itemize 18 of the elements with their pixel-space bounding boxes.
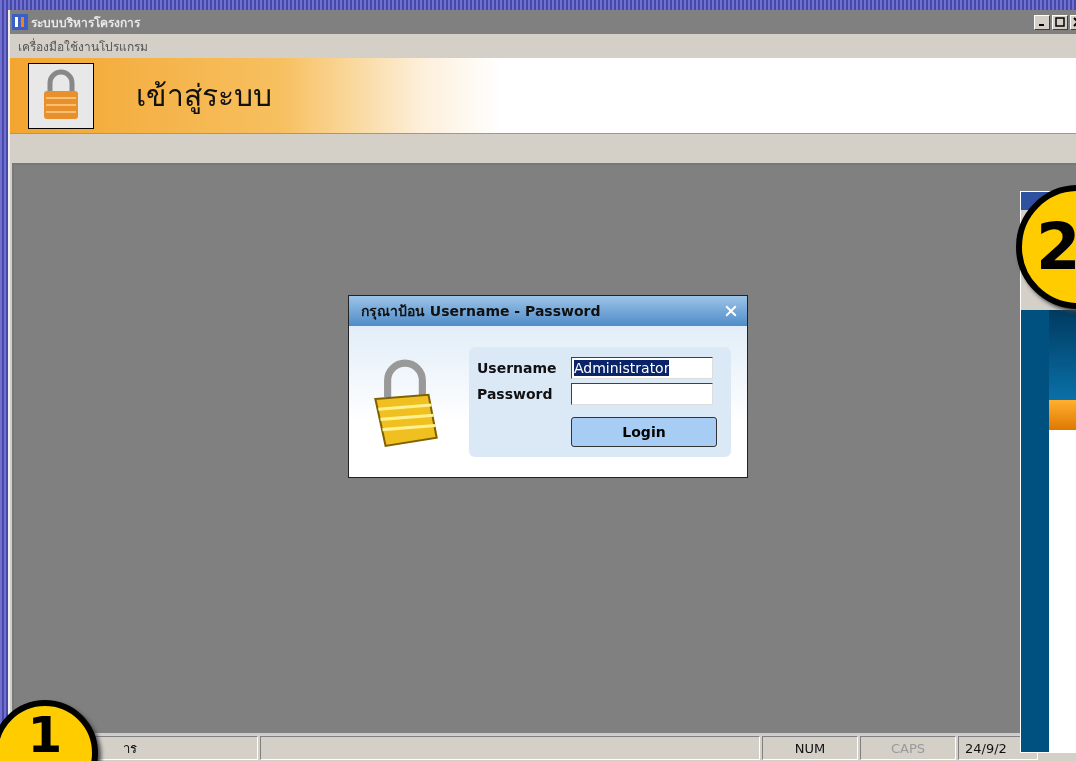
status-pane: NUM — [762, 736, 858, 760]
status-pane: CAPS — [860, 736, 956, 760]
input-field[interactable] — [571, 382, 713, 405]
window-title: ระบบบริหารโครงการ — [31, 14, 142, 32]
close-icon — [725, 305, 737, 317]
minimize-icon — [1038, 24, 1044, 26]
minimize-button[interactable] — [1034, 14, 1050, 30]
padlock-icon — [28, 62, 94, 129]
dialog-title: กรุณาป้อน Username - Password — [361, 302, 601, 322]
tools-icon — [12, 14, 28, 30]
banner-title: เข้าสู่ระบบ — [136, 77, 272, 116]
login-button[interactable]: Login — [571, 416, 717, 447]
input-field[interactable]: Administrator — [571, 356, 713, 379]
maximize-button[interactable] — [1052, 14, 1068, 30]
field-label: Username — [477, 359, 558, 376]
menu-item[interactable]: เครื่องมือใช้งานโปรแกรม — [18, 36, 148, 56]
maximize-icon — [1055, 17, 1065, 27]
field-label: Password — [477, 385, 554, 402]
